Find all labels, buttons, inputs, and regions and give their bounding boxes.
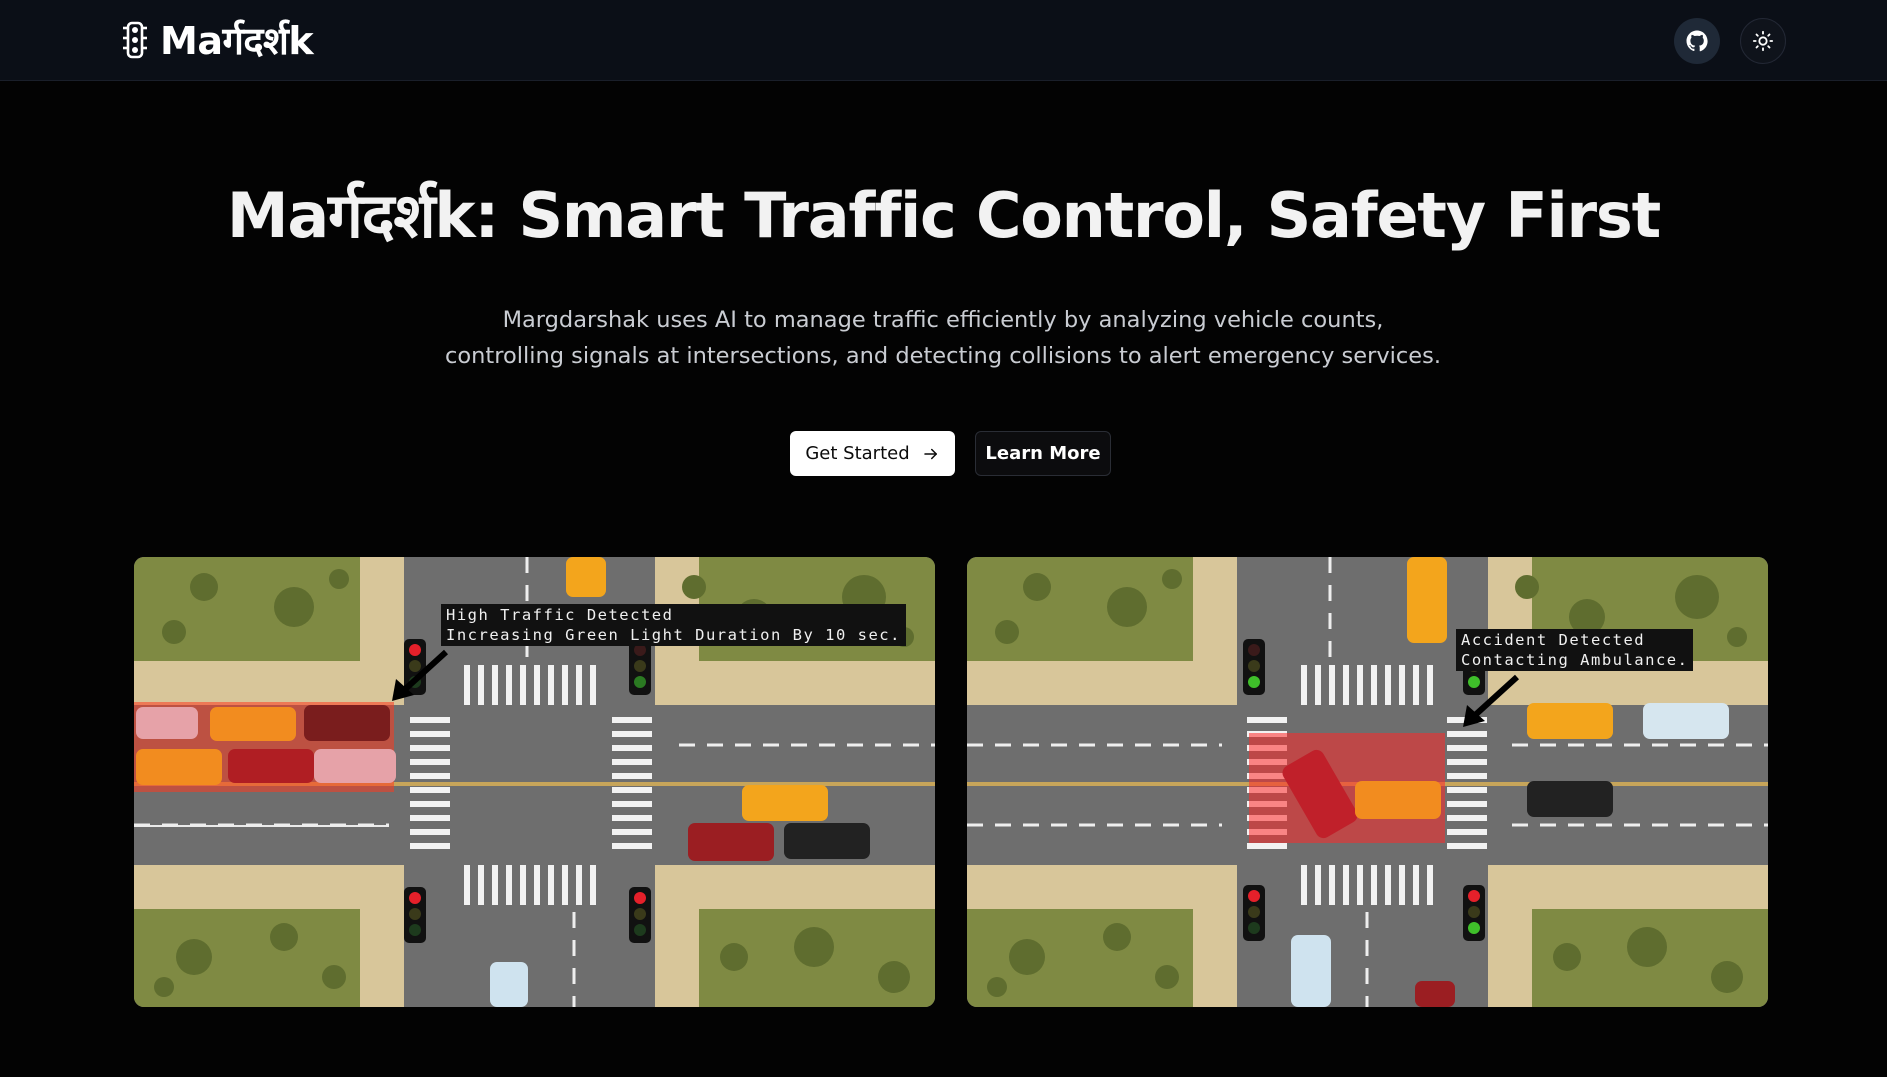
get-started-label: Get Started — [805, 443, 910, 464]
traffic-alert-line1: High Traffic Detected — [446, 606, 674, 624]
traffic-demo-image: High Traffic Detected Increasing Green L… — [134, 557, 935, 1007]
get-started-button[interactable]: Get Started — [790, 431, 955, 476]
top-navbar: Maर्गदर्शk — [0, 0, 1887, 81]
brand-link[interactable]: Maर्गदर्शk — [120, 18, 314, 63]
accident-alert-line2: Contacting Ambulance. — [1461, 651, 1689, 669]
github-button[interactable] — [1674, 18, 1720, 64]
cta-row: Get Started Learn More — [790, 431, 1111, 476]
hero-description: Margdarshak uses AI to manage traffic ef… — [444, 307, 1442, 369]
accident-intersection-illustration — [967, 557, 1768, 1007]
learn-more-label: Learn More — [985, 443, 1101, 464]
arrow-right-icon — [923, 448, 937, 459]
traffic-alert-overlay: High Traffic Detected Increasing Green L… — [441, 604, 906, 646]
theme-toggle-button[interactable] — [1740, 18, 1786, 64]
hero-title: Maर्गदर्शk: Smart Traffic Control, Safet… — [226, 179, 1661, 252]
sun-icon — [1752, 30, 1774, 52]
brand-name: Maर्गदर्शk — [160, 19, 314, 63]
nav-actions — [1674, 18, 1786, 64]
accident-alert-line1: Accident Detected — [1461, 631, 1646, 649]
learn-more-button[interactable]: Learn More — [975, 431, 1111, 476]
traffic-light-logo-icon — [123, 21, 147, 59]
traffic-alert-line2: Increasing Green Light Duration By 10 se… — [446, 626, 901, 644]
github-icon — [1686, 30, 1708, 52]
accident-alert-overlay: Accident Detected Contacting Ambulance. — [1456, 629, 1694, 671]
accident-demo-image: Accident Detected Contacting Ambulance. — [967, 557, 1768, 1007]
